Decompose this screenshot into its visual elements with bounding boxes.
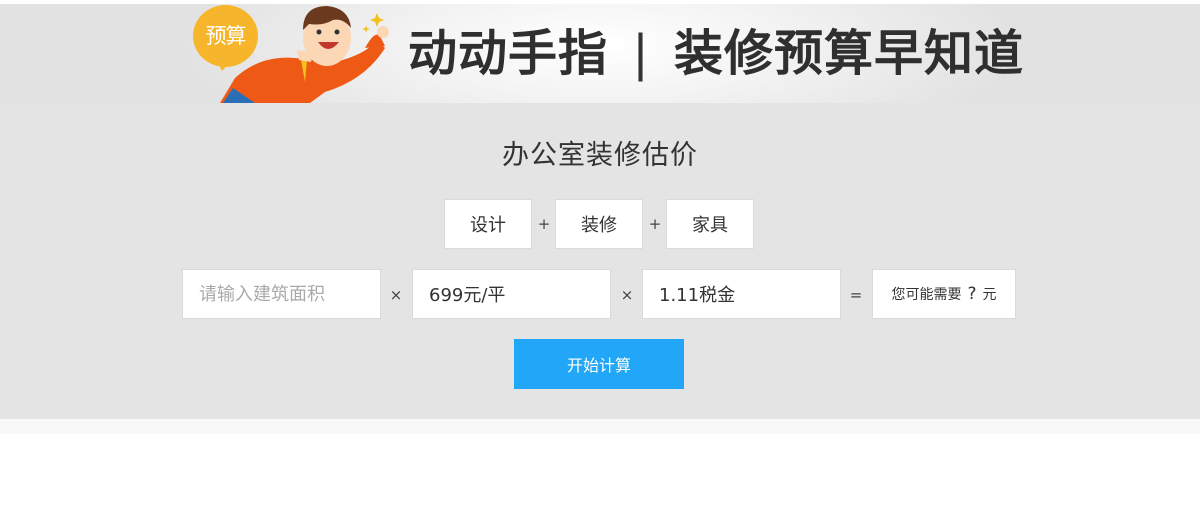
- header-banner: 预算 动动手指 | 装修预算早知道: [0, 0, 1200, 103]
- result-unit: 元: [982, 287, 997, 303]
- equals-sign: =: [849, 286, 863, 304]
- panel-bottom-strip: [0, 419, 1200, 434]
- result-prefix: 您可能需要: [891, 287, 962, 303]
- times-sign-2: ×: [620, 286, 634, 304]
- slogan-separator: |: [632, 25, 650, 82]
- area-input-box[interactable]: [182, 269, 381, 319]
- category-renovation: 装修: [555, 199, 643, 249]
- cartoon-character-icon: [220, 6, 389, 103]
- banner-slogan: 动动手指 | 装修预算早知道: [408, 24, 1024, 84]
- plus-sign-2: +: [648, 215, 662, 233]
- start-calculate-button[interactable]: 开始计算: [514, 339, 684, 389]
- category-furniture-label: 家具: [692, 215, 728, 236]
- banner-top-border: [0, 0, 1200, 4]
- tax-value: 1.11税金: [659, 285, 736, 306]
- result-value: ?: [967, 284, 977, 304]
- unit-price-value: 699元/平: [429, 285, 506, 306]
- plus-sign-1: +: [537, 215, 551, 233]
- category-design: 设计: [444, 199, 532, 249]
- category-renovation-label: 装修: [581, 215, 617, 236]
- area-input[interactable]: [199, 283, 380, 305]
- tax-field[interactable]: 1.11税金: [642, 269, 841, 319]
- category-design-label: 设计: [470, 215, 506, 236]
- times-sign-1: ×: [389, 286, 403, 304]
- result-box: 您可能需要 ? 元: [872, 269, 1016, 319]
- calculator-title: 办公室装修估价: [502, 140, 698, 171]
- unit-price-field[interactable]: 699元/平: [412, 269, 611, 319]
- category-furniture: 家具: [666, 199, 754, 249]
- slogan-left: 动动手指: [408, 25, 609, 82]
- slogan-right: 装修预算早知道: [674, 25, 1025, 82]
